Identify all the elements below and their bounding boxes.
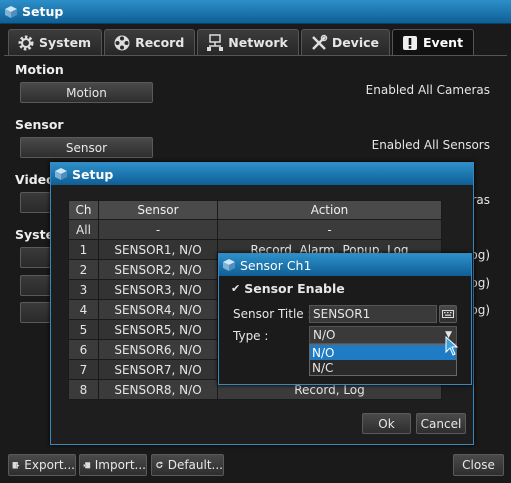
motion-button[interactable]: Motion <box>20 82 153 103</box>
video-status: ras <box>471 193 490 207</box>
window-titlebar: Setup <box>0 0 511 24</box>
cube-icon <box>5 5 17 18</box>
cell-sensor: SENSOR5, N/O <box>98 319 218 340</box>
motion-status: Enabled All Cameras <box>365 83 490 97</box>
motion-section-label: Motion <box>15 62 64 77</box>
video-section-label: Video <box>15 172 55 187</box>
dialog-title: Sensor Ch1 <box>240 257 312 273</box>
cell-action: - <box>217 219 442 240</box>
cell-ch: 8 <box>68 379 99 400</box>
cell-sensor: SENSOR8, N/O <box>98 379 218 400</box>
cell-sensor: SENSOR6, N/O <box>98 339 218 360</box>
tab-label: Event <box>423 35 464 50</box>
checkmark-icon: ✔ <box>231 282 241 295</box>
cell-ch: 1 <box>68 239 99 260</box>
cell-ch: 2 <box>68 259 99 280</box>
tab-device[interactable]: Device <box>300 29 391 55</box>
type-label: Type : <box>233 329 269 343</box>
export-icon <box>12 462 20 469</box>
tab-system[interactable]: System <box>8 29 103 55</box>
dialog-titlebar: Sensor Ch1 <box>219 254 471 276</box>
type-option-nc[interactable]: N/C <box>310 360 456 375</box>
keyboard-button[interactable] <box>439 305 457 323</box>
cell-sensor: SENSOR4, N/O <box>98 299 218 320</box>
cell-ch: 5 <box>68 319 99 340</box>
tab-record[interactable]: Record <box>104 29 196 55</box>
export-button[interactable]: Export... <box>8 454 76 476</box>
cell-sensor: SENSOR3, N/O <box>98 279 218 300</box>
tab-label: Device <box>331 35 380 50</box>
tab-event[interactable]: Event <box>392 29 475 55</box>
sensor-enable-label: Sensor Enable <box>244 281 345 296</box>
type-value: N/O <box>313 328 336 342</box>
dialog-titlebar: Setup <box>51 163 473 185</box>
type-select[interactable]: N/O ▼ <box>309 326 457 344</box>
cube-icon <box>223 259 235 271</box>
tab-divider <box>4 55 507 56</box>
network-icon <box>207 33 224 51</box>
sensor-ch-dialog: Sensor Ch1 ✔ Sensor Enable Sensor Title … <box>218 253 472 385</box>
import-label: Import... <box>94 458 146 472</box>
sensor-title-input[interactable]: SENSOR1 <box>309 305 437 323</box>
sensor-status: Enabled All Sensors <box>371 138 490 152</box>
keyboard-icon <box>442 310 454 318</box>
cell-ch: 3 <box>68 279 99 300</box>
sensor-title-label: Sensor Title : <box>233 307 312 321</box>
mouse-cursor-icon <box>445 336 459 356</box>
col-header-ch[interactable]: Ch <box>68 200 99 220</box>
refresh-icon <box>156 461 164 469</box>
col-header-sensor[interactable]: Sensor <box>98 200 218 220</box>
type-dropdown-list: N/O N/C <box>309 344 457 376</box>
cell-ch: 7 <box>68 359 99 380</box>
film-reel-icon <box>114 35 130 50</box>
default-button[interactable]: Default... <box>151 454 224 476</box>
cancel-button[interactable]: Cancel <box>416 413 466 434</box>
sensor-button[interactable]: Sensor <box>20 137 153 158</box>
dialog-title: Setup <box>72 166 114 182</box>
window-title: Setup <box>22 4 64 19</box>
import-button[interactable]: Import... <box>79 454 147 476</box>
col-header-action[interactable]: Action <box>217 200 442 220</box>
sensor-section-label: Sensor <box>15 117 64 132</box>
sensor-enable-checkbox[interactable]: ✔ Sensor Enable <box>231 281 345 296</box>
type-option-no[interactable]: N/O <box>310 345 456 360</box>
tab-label: System <box>39 35 92 50</box>
cell-sensor: SENSOR7, N/O <box>98 359 218 380</box>
tab-label: Record <box>135 35 185 50</box>
export-label: Export... <box>24 458 75 472</box>
cell-ch: All <box>68 219 99 240</box>
tab-network[interactable]: Network <box>197 29 299 55</box>
ok-button[interactable]: Ok <box>362 413 411 434</box>
cube-icon <box>55 168 67 180</box>
import-icon <box>83 462 91 469</box>
cell-sensor: SENSOR1, N/O <box>98 239 218 260</box>
tools-icon <box>311 34 328 50</box>
table-row[interactable]: All - - <box>68 219 442 240</box>
default-label: Default... <box>167 458 223 472</box>
exclamation-icon <box>403 35 418 50</box>
close-button[interactable]: Close <box>453 454 504 476</box>
tab-bar: System Record Network Device Event <box>8 29 475 55</box>
gear-icon <box>18 35 34 50</box>
cell-ch: 6 <box>68 339 99 360</box>
cell-sensor: - <box>98 219 218 240</box>
cell-ch: 4 <box>68 299 99 320</box>
cell-sensor: SENSOR2, N/O <box>98 259 218 280</box>
tab-label: Network <box>228 35 288 50</box>
